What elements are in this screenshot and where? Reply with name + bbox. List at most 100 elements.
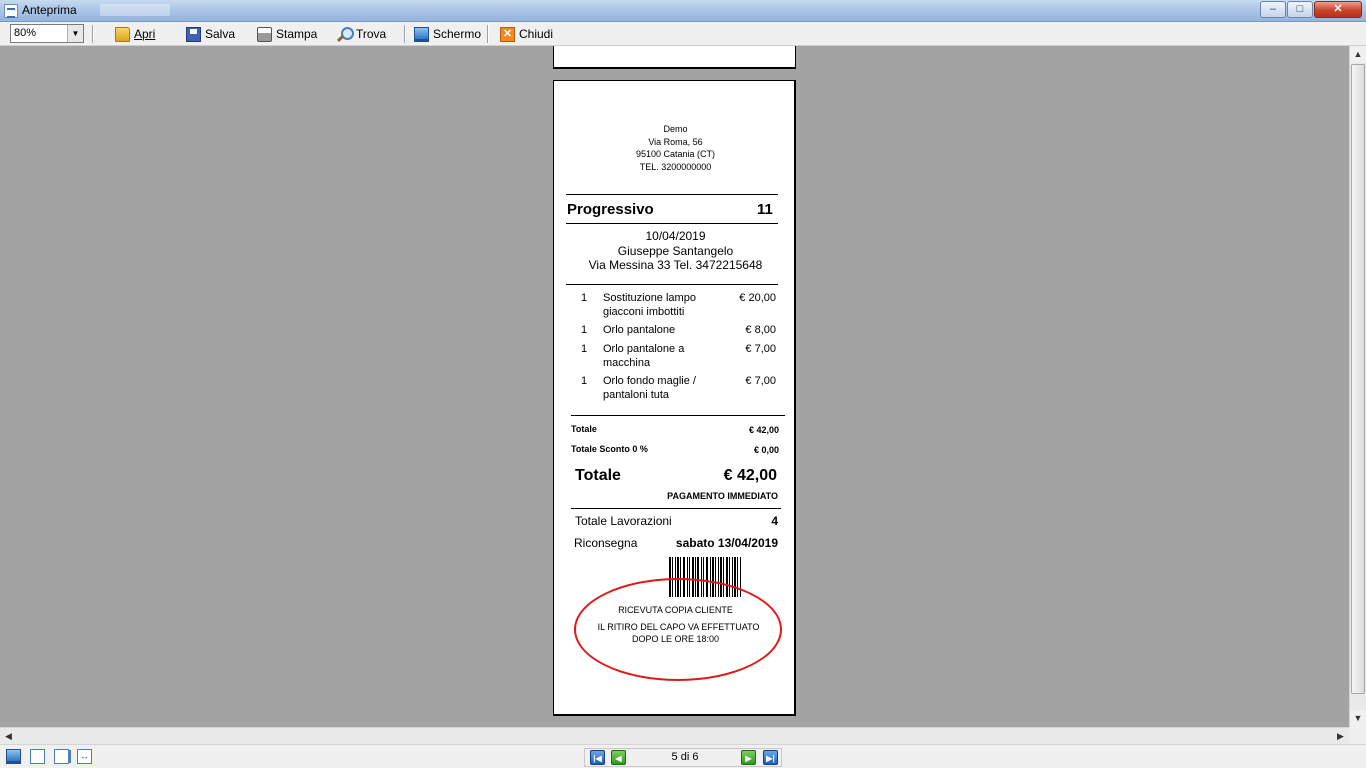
scroll-right-icon[interactable]: ▶ (1332, 728, 1349, 744)
divider (566, 284, 778, 285)
print-button-label: Stampa (276, 27, 318, 41)
close-button[interactable]: ✕ Chiudi (500, 25, 553, 43)
subtotal-label: Totale (571, 424, 597, 434)
subtotal-value: € 42,00 (748, 425, 779, 435)
save-button[interactable]: Salva (186, 25, 235, 43)
screen-button-label: Schermo (433, 27, 482, 41)
item-desc-line: Orlo pantalone (603, 324, 676, 336)
customer-address: Via Messina 33 Tel. 3472215648 (588, 258, 763, 272)
status-bar: ↔ |◀ ◀ 5 di 6 ▶ ▶| (0, 744, 1366, 768)
find-button-label: Trova (356, 27, 387, 41)
preview-viewport[interactable]: Demo Via Roma, 56 95100 Catania (CT) TEL… (0, 46, 1349, 727)
item-price: € 20,00 (739, 292, 776, 304)
shop-name: Demo (663, 124, 688, 134)
discount-value: € 0,00 (753, 445, 779, 455)
item-qty: 1 (581, 343, 588, 355)
item-desc-line: Sostituzione lampo (603, 292, 696, 304)
maximize-button[interactable]: □ (1287, 1, 1313, 18)
single-page-icon[interactable] (30, 749, 45, 764)
magnifier-icon (337, 26, 354, 42)
screen-button[interactable]: Schermo (414, 25, 481, 43)
previous-page (553, 46, 796, 69)
total-label: Totale (575, 467, 621, 484)
return-date: sabato 13/04/2019 (675, 536, 778, 550)
folder-open-icon (115, 26, 130, 42)
vertical-scroll-thumb[interactable] (1351, 64, 1365, 694)
next-page-icon[interactable]: ▶ (741, 750, 756, 765)
zoom-value: 80% (14, 27, 37, 39)
horizontal-scrollbar[interactable]: ◀ ▶ (0, 727, 1349, 744)
works-label: Totale Lavorazioni (575, 514, 672, 528)
first-page-icon[interactable]: |◀ (590, 750, 605, 765)
progressive-number: 11 (757, 201, 773, 218)
open-button[interactable]: Apri (115, 25, 155, 43)
item-price: € 8,00 (745, 324, 776, 336)
item-qty: 1 (581, 324, 588, 336)
scroll-left-icon[interactable]: ◀ (0, 728, 17, 744)
item-desc: Orlo fondo maglie / pantaloni tuta (603, 375, 713, 402)
page-navigator: |◀ ◀ 5 di 6 ▶ ▶| (584, 748, 782, 767)
item-desc-line: Orlo fondo maglie / (603, 375, 696, 387)
customer-block: 10/04/2019 Giuseppe Santangelo Via Messi… (554, 229, 797, 273)
item-desc-line: pantaloni tuta (603, 388, 670, 401)
title-bar: Anteprima – □ ✕ (0, 0, 1366, 22)
save-button-label: Salva (205, 27, 236, 41)
shop-address: Via Roma, 56 (648, 136, 703, 147)
return-label: Riconsegna (574, 536, 638, 550)
page-indicator: 5 di 6 (671, 751, 699, 763)
item-desc-line: macchina (603, 356, 651, 369)
toolbar: 80% ▼ Apri Salva Stampa Trova Schermo ✕ … (0, 22, 1366, 46)
monitor-icon (414, 26, 429, 42)
payment-method: PAGAMENTO IMMEDIATO (667, 491, 778, 501)
last-page-icon[interactable]: ▶| (763, 750, 778, 765)
printer-icon (257, 26, 272, 42)
item-desc-line: Orlo pantalone a (603, 343, 685, 355)
scroll-up-icon[interactable]: ▲ (1350, 46, 1366, 63)
divider (571, 508, 781, 509)
toolbar-separator (404, 25, 406, 43)
item-price: € 7,00 (745, 375, 776, 387)
app-icon (4, 4, 18, 18)
discount-label: Totale Sconto 0 % (571, 444, 648, 454)
toolbar-separator (487, 25, 489, 43)
window-title: Anteprima (22, 3, 77, 17)
previous-page-icon[interactable]: ◀ (611, 750, 626, 765)
print-button[interactable]: Stampa (257, 25, 317, 43)
scroll-down-icon[interactable]: ▼ (1350, 710, 1366, 727)
divider (566, 223, 778, 224)
monitor-icon[interactable] (6, 749, 21, 764)
shop-city: 95100 Catania (CT) (635, 149, 716, 159)
fit-width-icon[interactable]: ↔ (77, 749, 92, 764)
vertical-scrollbar[interactable]: ▲ ▼ (1349, 46, 1366, 727)
close-window-button[interactable]: ✕ (1314, 1, 1362, 18)
close-button-label: Chiudi (519, 27, 554, 41)
shop-phone: TEL. 3200000000 (639, 161, 712, 172)
total-value: € 42,00 (723, 467, 777, 484)
toolbar-separator (92, 25, 94, 43)
item-price: € 7,00 (745, 343, 776, 355)
receipt-date: 10/04/2019 (645, 229, 706, 243)
item-qty: 1 (581, 292, 588, 304)
close-box-icon: ✕ (500, 26, 515, 42)
two-pages-icon[interactable] (54, 749, 69, 764)
find-button[interactable]: Trova (337, 25, 386, 43)
scrollbar-corner (1349, 727, 1366, 744)
title-bar-blur (100, 4, 170, 16)
progressive-label: Progressivo (567, 201, 654, 218)
open-button-label: Apri (134, 27, 156, 41)
highlight-circle (574, 578, 782, 681)
receipt-page: Demo Via Roma, 56 95100 Catania (CT) TEL… (553, 80, 796, 716)
item-desc: Sostituzione lampo giacconi imbottiti (603, 292, 713, 319)
item-desc: Orlo pantalone (603, 324, 713, 338)
minimize-button[interactable]: – (1260, 1, 1286, 18)
divider (566, 194, 778, 195)
item-desc: Orlo pantalone a macchina (603, 343, 713, 370)
shop-header: Demo Via Roma, 56 95100 Catania (CT) TEL… (554, 123, 797, 173)
chevron-down-icon[interactable]: ▼ (67, 25, 83, 42)
works-value: 4 (771, 514, 778, 528)
zoom-select[interactable]: 80% ▼ (10, 24, 84, 43)
customer-name: Giuseppe Santangelo (617, 243, 734, 258)
item-desc-line: giacconi imbottiti (603, 305, 685, 318)
divider (571, 415, 785, 416)
floppy-disk-icon (186, 26, 201, 42)
